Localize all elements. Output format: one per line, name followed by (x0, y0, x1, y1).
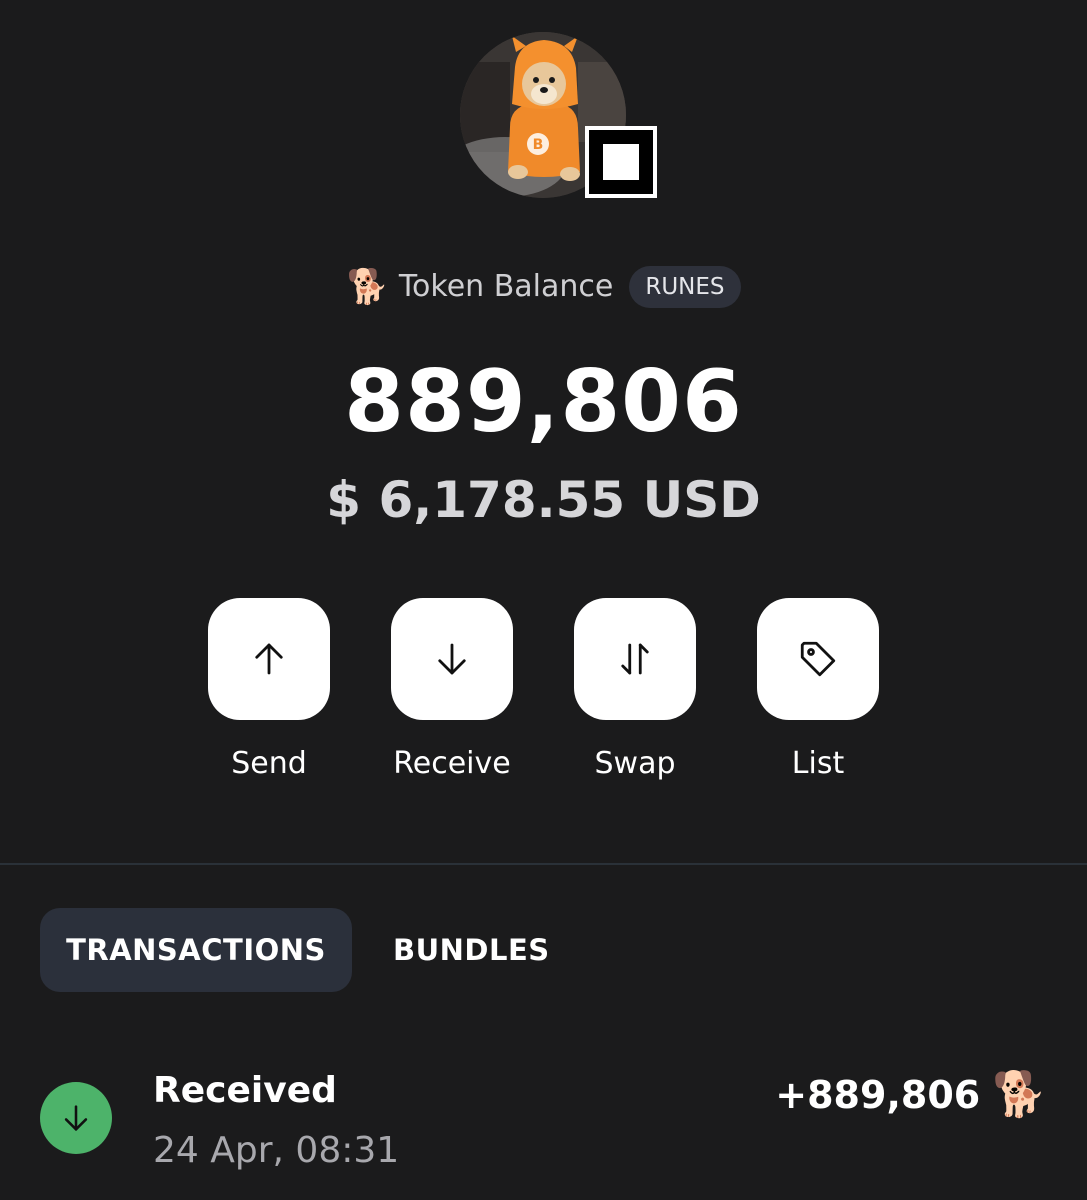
dog-emoji-icon: 🐕 (346, 267, 389, 307)
token-detail-screen: B 🐕 Token Balance RUNES 889,806 $ 6,178.… (0, 0, 1087, 1200)
token-balance-label: Token Balance (398, 269, 614, 304)
tab-bundles[interactable]: BUNDLES (362, 908, 581, 992)
token-balance-amount: 889,806 (344, 352, 743, 452)
dog-emoji-icon: 🐕 (992, 1069, 1047, 1120)
arrow-down-icon (438, 643, 466, 675)
received-status-icon (40, 1082, 112, 1154)
tag-icon (800, 641, 836, 677)
arrow-down-icon (64, 1105, 88, 1131)
transaction-amount-value: +889,806 (775, 1073, 981, 1117)
send-button[interactable] (208, 598, 330, 720)
history-tabs: TRANSACTIONS BUNDLES (40, 908, 581, 992)
transaction-date: 24 Apr, 08:31 (153, 1130, 400, 1171)
swap-action: Swap (573, 598, 697, 782)
receive-button[interactable] (391, 598, 513, 720)
list-button[interactable] (757, 598, 879, 720)
swap-icon (621, 643, 649, 675)
receive-label[interactable]: Receive (390, 746, 514, 782)
transaction-amount: +889,806 🐕 (775, 1068, 1047, 1122)
swap-label[interactable]: Swap (573, 746, 697, 782)
transaction-row[interactable]: Received 24 Apr, 08:31 +889,806 🐕 (40, 1068, 1047, 1178)
section-divider (0, 863, 1087, 865)
list-label[interactable]: List (756, 746, 880, 782)
transaction-type: Received (153, 1070, 337, 1111)
swap-button[interactable] (574, 598, 696, 720)
runes-tag: RUNES (629, 266, 741, 308)
svg-text:B: B (533, 137, 544, 153)
send-action: Send (207, 598, 331, 782)
receive-action: Receive (390, 598, 514, 782)
arrow-up-icon (255, 643, 283, 675)
token-usd-value: $ 6,178.55 USD (326, 471, 761, 529)
runes-badge-icon (585, 126, 657, 198)
list-action: List (756, 598, 880, 782)
tab-transactions[interactable]: TRANSACTIONS (40, 908, 352, 992)
send-label[interactable]: Send (207, 746, 331, 782)
token-balance-header: 🐕 Token Balance RUNES (0, 266, 1087, 308)
